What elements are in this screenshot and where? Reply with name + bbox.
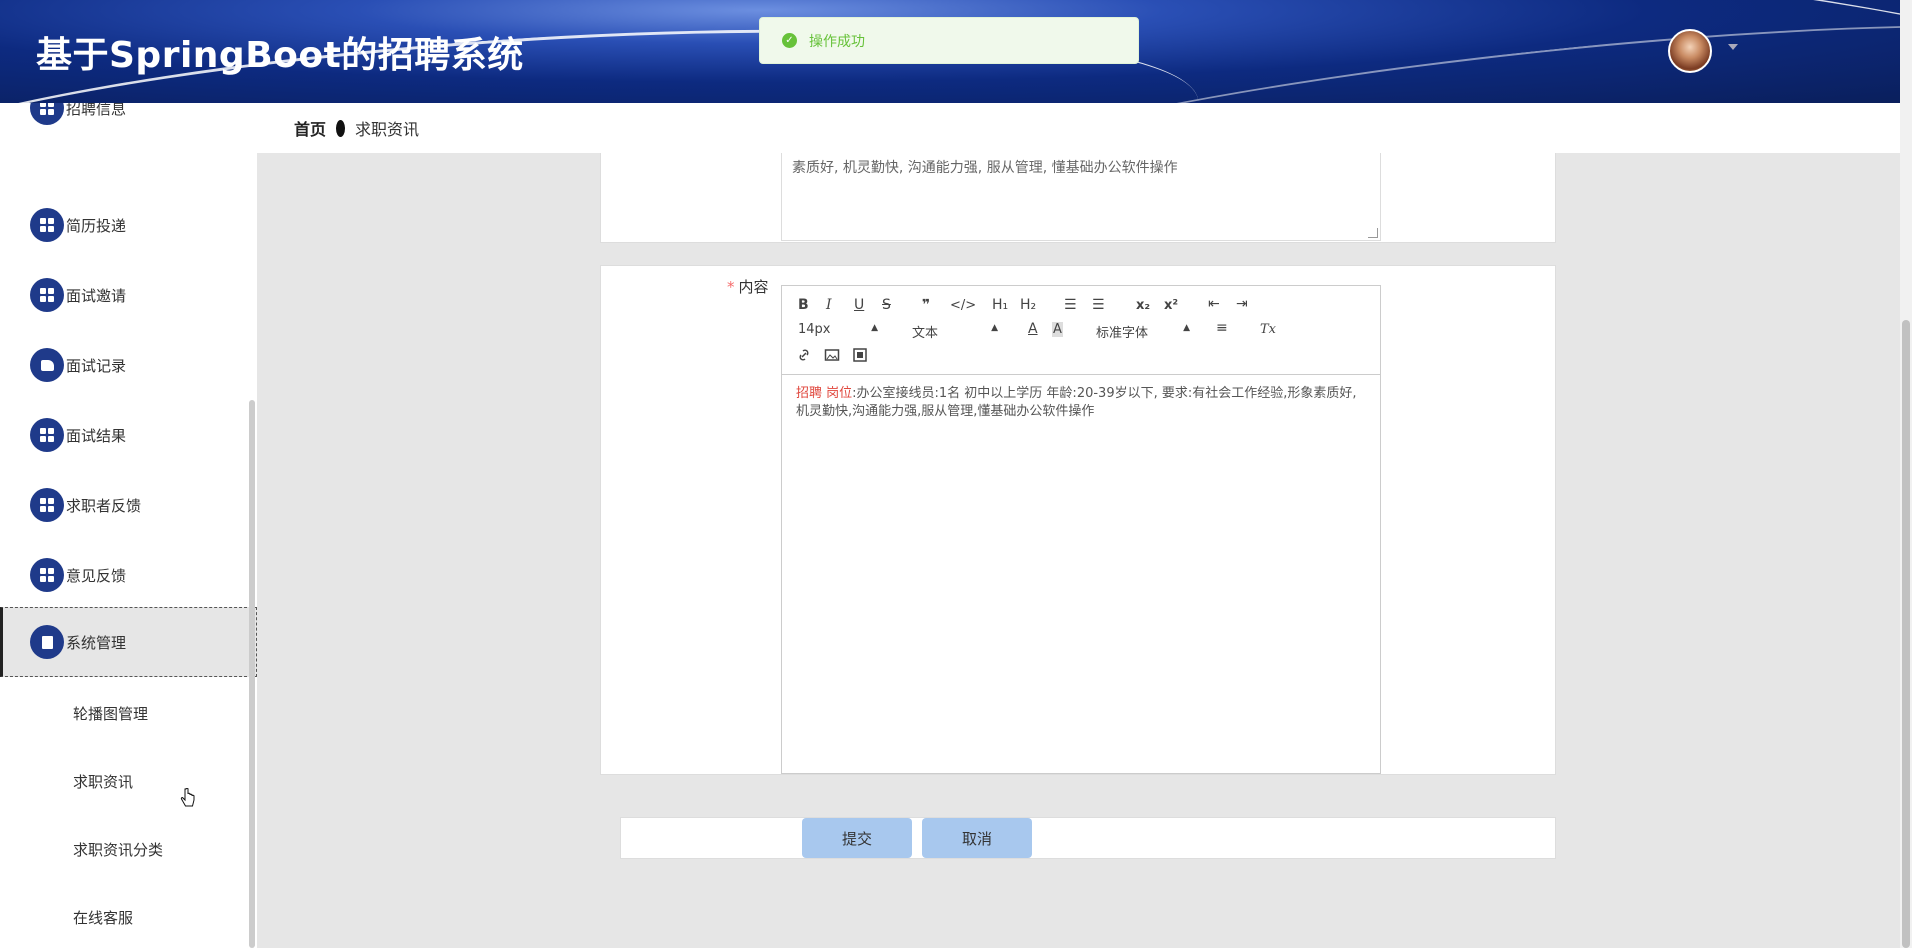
sidebar-item-recruit-info[interactable]: 招聘信息 bbox=[0, 103, 257, 138]
strikethrough-button[interactable]: S bbox=[882, 297, 891, 313]
sidebar-item-label: 面试邀请 bbox=[66, 286, 127, 305]
superscript-button[interactable]: x² bbox=[1164, 298, 1178, 313]
sidebar-subitem-carousel[interactable]: 轮播图管理 bbox=[0, 679, 257, 747]
content-label: * 内容 bbox=[727, 278, 769, 296]
select-arrows-icon: ▲ bbox=[1183, 323, 1190, 333]
image-icon[interactable] bbox=[824, 347, 840, 363]
user-avatar[interactable] bbox=[1668, 29, 1712, 73]
sidebar-item-label: 求职者反馈 bbox=[66, 496, 142, 515]
editor-highlight-text: 招聘 岗位 bbox=[796, 386, 853, 401]
grid-icon bbox=[30, 103, 64, 125]
breadcrumb: 首页 求职资讯 bbox=[257, 103, 1900, 153]
sidebar-item-interview-invite[interactable]: 面试邀请 bbox=[0, 260, 257, 330]
breadcrumb-home[interactable]: 首页 bbox=[294, 116, 326, 140]
resize-handle-icon[interactable] bbox=[1368, 228, 1378, 238]
align-button[interactable]: ≡ bbox=[1216, 320, 1228, 336]
sidebar-item-label: 面试记录 bbox=[66, 356, 127, 375]
sidebar-subitem-label: 轮播图管理 bbox=[73, 704, 149, 723]
subscript-button[interactable]: x₂ bbox=[1136, 298, 1150, 313]
sidebar-item-interview-result[interactable]: 面试结果 bbox=[0, 400, 257, 470]
font-size-select[interactable]: 14px ▲ bbox=[798, 322, 882, 337]
submit-button[interactable]: 提交 bbox=[802, 818, 912, 858]
clipboard-check-icon bbox=[30, 625, 64, 659]
grid-icon bbox=[30, 208, 64, 242]
check-circle-icon: ✓ bbox=[782, 33, 797, 48]
font-family-select[interactable]: 标准字体 ▲ bbox=[1096, 322, 1190, 341]
clean-format-button[interactable]: Tx bbox=[1260, 322, 1276, 337]
h1-button[interactable]: H₁ bbox=[992, 297, 1008, 313]
required-mark: * bbox=[727, 278, 735, 296]
font-color-button[interactable]: A bbox=[1028, 321, 1038, 337]
outdent-button[interactable]: ⇤ bbox=[1208, 296, 1220, 312]
sidebar-item-label: 意见反馈 bbox=[66, 566, 127, 585]
bullet-list-button[interactable]: ☰ bbox=[1092, 297, 1105, 313]
sidebar-item-label: 系统管理 bbox=[66, 633, 127, 652]
h2-button[interactable]: H₂ bbox=[1020, 297, 1036, 313]
sidebar-item-system-management[interactable]: 系统管理 bbox=[0, 607, 257, 677]
underline-button[interactable]: U bbox=[854, 297, 864, 313]
sidebar-item-label: 招聘信息 bbox=[66, 103, 127, 118]
sidebar-subitem-job-news-category[interactable]: 求职资讯分类 bbox=[0, 815, 257, 883]
description-field-container: 素质好, 机灵勤快, 沟通能力强, 服从管理, 懂基础办公软件操作 bbox=[600, 153, 1556, 243]
chevron-down-icon[interactable] bbox=[1728, 44, 1738, 50]
ordered-list-button[interactable]: ☰ bbox=[1064, 297, 1077, 313]
sidebar-item-label: 面试结果 bbox=[66, 426, 127, 445]
video-icon[interactable] bbox=[852, 347, 868, 363]
code-block-button[interactable]: </> bbox=[950, 298, 976, 313]
sidebar-subitem-label: 求职资讯 bbox=[73, 772, 134, 791]
editor-body-text: :办公室接线员:1名 初中以上学历 年龄:20-39岁以下, 要求:有社会工作经… bbox=[796, 386, 1357, 419]
select-arrows-icon: ▲ bbox=[871, 323, 878, 333]
sidebar: 招聘信息 简历投递 面试邀请 面试记录 面试结果 求职者反馈 意见反馈 系统管理… bbox=[0, 103, 257, 948]
rich-text-editor: B I U S ❞ </> H₁ H₂ ☰ ☰ x₂ x² ⇤ ⇥ 14px ▲… bbox=[781, 285, 1381, 774]
description-text: 素质好, 机灵勤快, 沟通能力强, 服从管理, 懂基础办公软件操作 bbox=[792, 160, 1178, 176]
success-toast: ✓ 操作成功 bbox=[759, 17, 1139, 64]
select-arrows-icon: ▲ bbox=[991, 323, 998, 333]
page-scrollbar[interactable] bbox=[1900, 0, 1912, 948]
sidebar-item-resume[interactable]: 简历投递 bbox=[0, 190, 257, 260]
italic-button[interactable]: I bbox=[826, 297, 832, 313]
grid-icon bbox=[30, 278, 64, 312]
hand-cursor-icon bbox=[180, 788, 195, 807]
form-actions: 提交 取消 bbox=[620, 817, 1556, 859]
sidebar-item-label: 简历投递 bbox=[66, 216, 127, 235]
sidebar-item-opinion-feedback[interactable]: 意见反馈 bbox=[0, 540, 257, 610]
header-select[interactable]: 文本 ▲ bbox=[912, 322, 998, 341]
sidebar-subitem-online-service[interactable]: 在线客服 bbox=[0, 883, 257, 948]
background-color-button[interactable]: A bbox=[1052, 322, 1063, 337]
sidebar-item-interview-record[interactable]: 面试记录 bbox=[0, 330, 257, 400]
grid-icon bbox=[30, 488, 64, 522]
app-title: 基于SpringBoot的招聘系统 bbox=[36, 35, 524, 76]
hand-icon bbox=[30, 348, 64, 382]
toast-message: 操作成功 bbox=[809, 33, 865, 50]
sidebar-subitem-job-news[interactable]: 求职资讯 bbox=[0, 747, 257, 815]
sidebar-item-seeker-feedback[interactable]: 求职者反馈 bbox=[0, 470, 257, 540]
editor-content[interactable]: 招聘 岗位:办公室接线员:1名 初中以上学历 年龄:20-39岁以下, 要求:有… bbox=[782, 375, 1380, 431]
description-textarea[interactable]: 素质好, 机灵勤快, 沟通能力强, 服从管理, 懂基础办公软件操作 bbox=[781, 153, 1381, 241]
editor-toolbar: B I U S ❞ </> H₁ H₂ ☰ ☰ x₂ x² ⇤ ⇥ 14px ▲… bbox=[782, 286, 1380, 375]
breadcrumb-separator-icon bbox=[336, 119, 346, 137]
link-icon[interactable] bbox=[796, 347, 812, 363]
sidebar-subitem-label: 求职资讯分类 bbox=[73, 840, 164, 859]
grid-icon bbox=[30, 418, 64, 452]
sidebar-subitem-label: 在线客服 bbox=[73, 908, 134, 927]
cancel-button[interactable]: 取消 bbox=[922, 818, 1032, 858]
bold-button[interactable]: B bbox=[798, 297, 809, 313]
grid-icon bbox=[30, 558, 64, 592]
indent-button[interactable]: ⇥ bbox=[1236, 296, 1248, 312]
breadcrumb-current: 求职资讯 bbox=[355, 120, 420, 139]
blockquote-button[interactable]: ❞ bbox=[922, 297, 930, 313]
page-scrollbar-thumb[interactable] bbox=[1902, 320, 1910, 948]
sidebar-scrollbar[interactable] bbox=[249, 400, 255, 948]
